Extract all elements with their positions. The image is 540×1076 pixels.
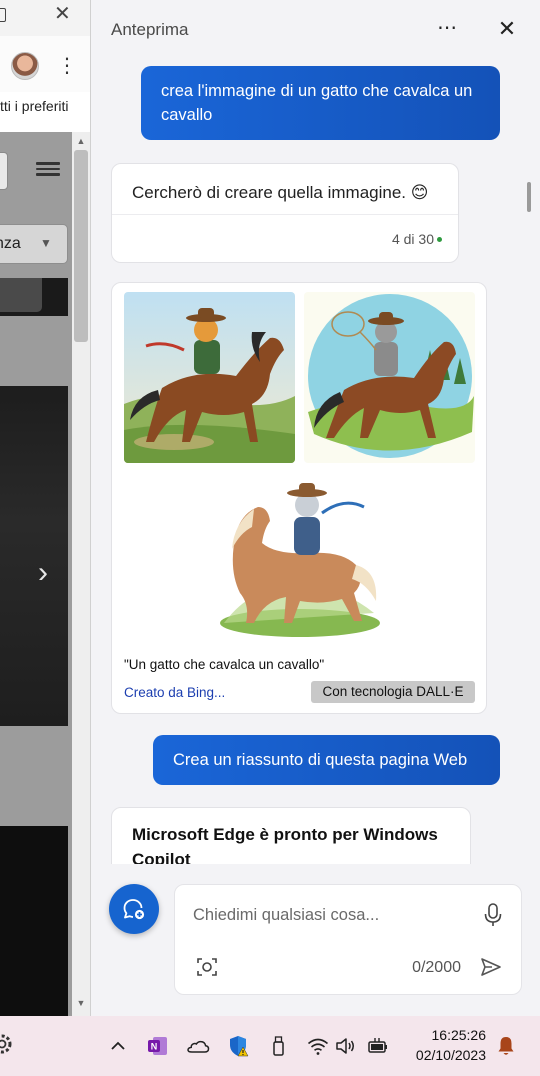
more-horizontal-icon[interactable]: ⋯ (435, 16, 459, 42)
pane-scroll-thumb[interactable] (527, 182, 531, 212)
chat-composer: 0/2000 (174, 884, 522, 995)
browser-scroll-thumb[interactable] (74, 150, 88, 342)
visual-search-icon[interactable] (195, 955, 219, 979)
chevron-up-icon[interactable] (106, 1034, 130, 1058)
clock-time[interactable]: 16:25:26 (402, 1026, 487, 1044)
defender-icon[interactable] (226, 1034, 250, 1058)
page-dark-section (0, 826, 68, 1016)
restore-icon[interactable] (0, 8, 6, 22)
clock-date[interactable]: 02/10/2023 (402, 1046, 486, 1064)
new-topic-icon (123, 899, 145, 920)
page-search-field[interactable] (0, 152, 8, 190)
turn-counter: 4 di 30 (391, 231, 434, 247)
generated-image-2[interactable] (304, 292, 475, 463)
wifi-icon[interactable] (306, 1034, 330, 1058)
scroll-up-icon[interactable]: ▲ (75, 136, 87, 146)
browser-close-icon[interactable]: ✕ (54, 4, 74, 24)
profile-avatar[interactable] (11, 52, 39, 80)
hamburger-menu-icon[interactable] (36, 159, 60, 181)
chevron-down-icon: ▼ (40, 236, 52, 250)
new-topic-button[interactable] (109, 884, 159, 934)
next-arrow-icon[interactable]: › (38, 555, 62, 591)
settings-icon[interactable] (0, 1030, 14, 1058)
bot-reply-card: Cercherò di creare quella immagine. 😊 4 … (111, 163, 459, 263)
usb-icon[interactable] (266, 1034, 290, 1058)
send-icon[interactable] (479, 955, 503, 979)
dalle-badge[interactable]: Con tecnologia DALL·E (311, 681, 475, 703)
image-caption: "Un gatto che cavalca un cavallo" (124, 657, 325, 672)
notification-bell-icon[interactable] (494, 1034, 518, 1058)
image-results-card: "Un gatto che cavalca un cavallo" Creato… (111, 282, 487, 714)
scroll-down-icon[interactable]: ▼ (75, 998, 87, 1008)
taskbar: N 16:25:26 02/10/2023 (0, 1016, 540, 1076)
browser-menu-icon[interactable]: ⋮ (57, 52, 77, 80)
favorites-bar[interactable]: tti i preferiti (0, 98, 90, 120)
bot-reply-text: Cercherò di creare quella immagine. 😊 (132, 183, 429, 202)
user-message: Crea un riassunto di questa pagina Web (153, 735, 500, 785)
pane-title: Anteprima (111, 20, 189, 39)
browser-titlebar (0, 0, 90, 36)
copilot-pane: Anteprima ⋯ ✕ crea l'immagine di un gatt… (91, 0, 540, 1016)
divider (112, 214, 458, 215)
background-browser-window: ✕ ⋮ tti i preferiti nza ▼ › ▲ ▼ (0, 0, 91, 1016)
page-dark-banner (0, 278, 68, 316)
onenote-icon[interactable]: N (146, 1034, 170, 1058)
battery-icon[interactable] (366, 1034, 390, 1058)
page-dropdown[interactable]: nza (0, 224, 68, 264)
generated-image-3[interactable] (214, 473, 385, 644)
close-icon[interactable]: ✕ (495, 16, 519, 42)
character-count: 0/2000 (412, 959, 461, 976)
generated-image-1[interactable] (124, 292, 295, 463)
chat-input[interactable] (193, 901, 473, 929)
created-by-bing-link[interactable]: Creato da Bing... (124, 684, 294, 702)
status-dot (437, 237, 442, 242)
microphone-icon[interactable] (481, 901, 505, 929)
user-message: crea l'immagine di un gatto che cavalca … (141, 66, 500, 140)
volume-icon[interactable] (334, 1034, 358, 1058)
svg-text:N: N (151, 1042, 158, 1052)
onedrive-icon[interactable] (186, 1034, 210, 1058)
